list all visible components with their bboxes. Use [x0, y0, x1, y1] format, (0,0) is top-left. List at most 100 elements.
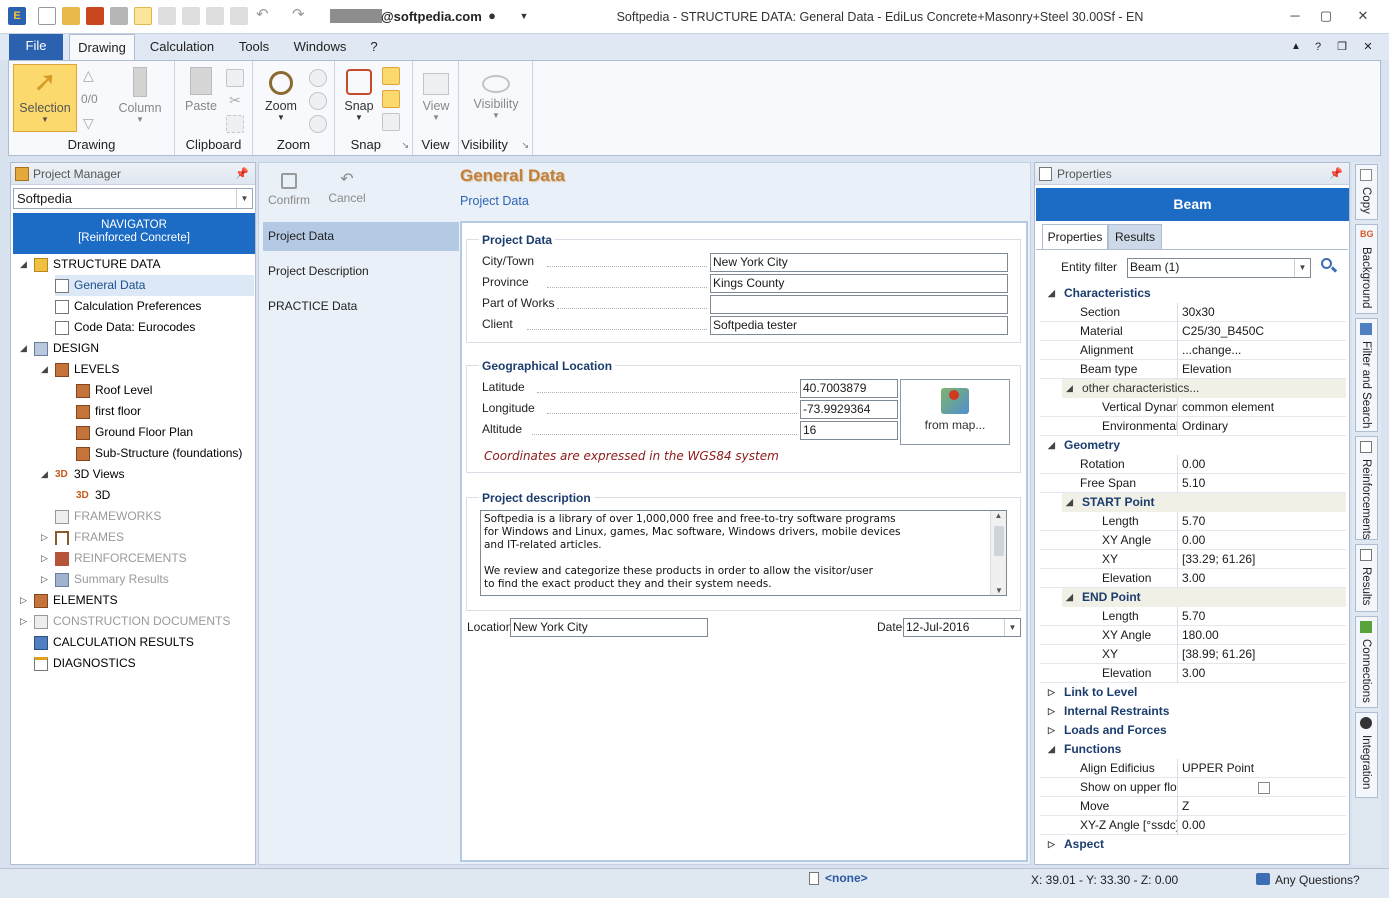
expand-icon[interactable]: ▷	[41, 548, 51, 569]
collapse-icon[interactable]: ◢	[20, 338, 30, 359]
tree-ground-floor[interactable]: Ground Floor Plan	[76, 422, 254, 443]
collapse-icon[interactable]: ◢	[41, 464, 51, 485]
cat-characteristics[interactable]: ◢ Characteristics	[1040, 284, 1346, 303]
cat-internal-restraints[interactable]: ▷ Internal Restraints	[1040, 702, 1346, 721]
snap-midpoint-icon[interactable]	[382, 90, 400, 108]
scroll-down-icon[interactable]: ▼	[991, 586, 1006, 595]
any-questions-link[interactable]: Any Questions?	[1275, 873, 1360, 887]
zoom-button[interactable]: Zoom ▼	[259, 65, 303, 122]
nav-project-data[interactable]: Project Data	[263, 222, 459, 251]
expand-icon[interactable]: ▷	[1048, 683, 1055, 702]
select-area-icon[interactable]	[226, 115, 244, 133]
tree-calculation-preferences[interactable]: Calculation Preferences	[55, 296, 254, 317]
date-picker[interactable]: 12-Jul-2016 ▼	[903, 618, 1021, 637]
scroll-thumb[interactable]	[993, 526, 1004, 556]
prop-rotation[interactable]: Rotation 0.00	[1040, 455, 1346, 474]
nav-practice-data[interactable]: PRACTICE Data	[263, 292, 459, 321]
prop-material[interactable]: Material C25/30_B450C	[1040, 322, 1346, 341]
longitude-input[interactable]: -73.9929364	[800, 400, 898, 419]
works-input[interactable]	[710, 295, 1008, 314]
tab-calculation[interactable]: Calculation	[146, 34, 218, 60]
altitude-input[interactable]: 16	[800, 421, 898, 440]
tree-sub-structure[interactable]: Sub-Structure (foundations)	[76, 443, 254, 464]
triangle-down-icon[interactable]: ▽	[83, 115, 94, 132]
description-textarea[interactable]: Softpedia is a library of over 1,000,000…	[480, 510, 1007, 596]
minimize-button[interactable]: ─	[1285, 8, 1305, 24]
selection-button[interactable]: ➚ Selection ▼	[13, 64, 77, 132]
collapse-icon[interactable]: ◢	[41, 359, 51, 380]
snap-endpoint-icon[interactable]	[382, 67, 400, 85]
cut-icon[interactable]	[182, 7, 200, 25]
cat-aspect[interactable]: ▷ Aspect	[1040, 835, 1346, 854]
prop-beam-type[interactable]: Beam type Elevation	[1040, 360, 1346, 379]
print-icon[interactable]	[110, 7, 128, 25]
search-icon[interactable]	[1321, 258, 1338, 274]
cancel-button[interactable]: ↶ Cancel	[325, 171, 369, 205]
tree-diagnostics[interactable]: DIAGNOSTICS	[34, 653, 254, 674]
user-icon[interactable]: ●	[483, 7, 501, 25]
tree-frameworks[interactable]: FRAMEWORKS	[55, 506, 254, 527]
zoom-window-icon[interactable]	[309, 92, 327, 110]
copy-icon[interactable]	[206, 7, 224, 25]
redo-icon[interactable]: ↷	[292, 7, 310, 25]
visibility-button[interactable]: Visibility ▼	[469, 65, 523, 120]
province-input[interactable]: Kings County	[710, 274, 1008, 293]
file-tab[interactable]: File	[9, 34, 63, 60]
cat-functions[interactable]: ◢ Functions	[1040, 740, 1346, 759]
prop-free-span[interactable]: Free Span 5.10	[1040, 474, 1346, 493]
tree-elements[interactable]: ▷ ELEMENTS	[20, 590, 254, 611]
new-file-icon[interactable]	[38, 7, 56, 25]
pointer-icon[interactable]	[134, 7, 152, 25]
undo-icon[interactable]: ↶	[256, 7, 274, 25]
pin-icon[interactable]: 📌	[235, 163, 249, 185]
cut-small-icon[interactable]: ✂	[226, 92, 244, 110]
prop-start-xy-angle[interactable]: XY Angle 0.00	[1040, 531, 1346, 550]
expand-icon[interactable]: ▷	[20, 611, 30, 632]
help-circle-icon[interactable]: ?	[1310, 34, 1326, 60]
magic-wand-icon[interactable]	[158, 7, 176, 25]
expand-icon[interactable]: ▷	[1048, 721, 1055, 740]
sidetab-reinforcements[interactable]: Reinforcements	[1355, 436, 1378, 540]
sub-other-characteristics[interactable]: ◢ other characteristics...	[1062, 379, 1346, 398]
tree-calculation-results[interactable]: CALCULATION RESULTS	[34, 632, 254, 653]
project-combo[interactable]: Softpedia ▼	[13, 188, 253, 209]
prop-xy-z-angle[interactable]: XY-Z Angle [°ssdc] 0.00	[1040, 816, 1346, 835]
textarea-scrollbar[interactable]: ▲ ▼	[990, 511, 1006, 595]
expand-icon[interactable]: ▷	[1048, 702, 1055, 721]
save-icon[interactable]	[86, 7, 104, 25]
expand-icon[interactable]: ▷	[41, 527, 51, 548]
prop-align-edificius[interactable]: Align Edificius UPPER Point	[1040, 759, 1346, 778]
latitude-input[interactable]: 40.7003879	[800, 379, 898, 398]
collapse-icon[interactable]: ◢	[1066, 588, 1073, 607]
collapse-ribbon-icon[interactable]: ▲	[1288, 34, 1304, 60]
dialog-launcher-icon[interactable]: ↘	[521, 140, 529, 151]
prop-end-length[interactable]: Length 5.70	[1040, 607, 1346, 626]
tab-tools[interactable]: Tools	[232, 34, 276, 60]
tab-results[interactable]: Results	[1108, 224, 1162, 250]
zoom-in-icon[interactable]	[309, 69, 327, 87]
confirm-button[interactable]: Confirm	[267, 171, 311, 207]
snap-button[interactable]: Snap ▼	[339, 65, 379, 122]
collapse-icon[interactable]: ◢	[1048, 284, 1055, 303]
maximize-button[interactable]: ▢	[1316, 8, 1336, 24]
client-input[interactable]: Softpedia tester	[710, 316, 1008, 335]
tree-reinforcements[interactable]: ▷ REINFORCEMENTS	[41, 548, 254, 569]
tree-frames[interactable]: ▷ FRAMES	[41, 527, 254, 548]
from-map-button[interactable]: from map...	[900, 379, 1010, 445]
collapse-icon[interactable]: ◢	[1066, 493, 1073, 512]
app-logo-icon[interactable]: E	[8, 7, 26, 25]
tab-help[interactable]: ?	[364, 34, 384, 60]
scroll-up-icon[interactable]: ▲	[991, 511, 1006, 520]
city-input[interactable]: New York City	[710, 253, 1008, 272]
cat-geometry[interactable]: ◢ Geometry	[1040, 436, 1346, 455]
expand-icon[interactable]: ▷	[20, 590, 30, 611]
prop-alignment[interactable]: Alignment ...change...	[1040, 341, 1346, 360]
close-document-icon[interactable]: ✕	[1360, 34, 1376, 60]
collapse-icon[interactable]: ◢	[20, 254, 30, 275]
prop-show-on-upper-floor[interactable]: Show on upper floo	[1040, 778, 1346, 797]
close-button[interactable]: ✕	[1353, 8, 1373, 24]
chevron-down-icon[interactable]: ▼	[236, 189, 252, 208]
pin-icon[interactable]: 📌	[1329, 163, 1343, 185]
triangle-up-icon[interactable]: △	[83, 67, 94, 84]
open-folder-icon[interactable]	[62, 7, 80, 25]
